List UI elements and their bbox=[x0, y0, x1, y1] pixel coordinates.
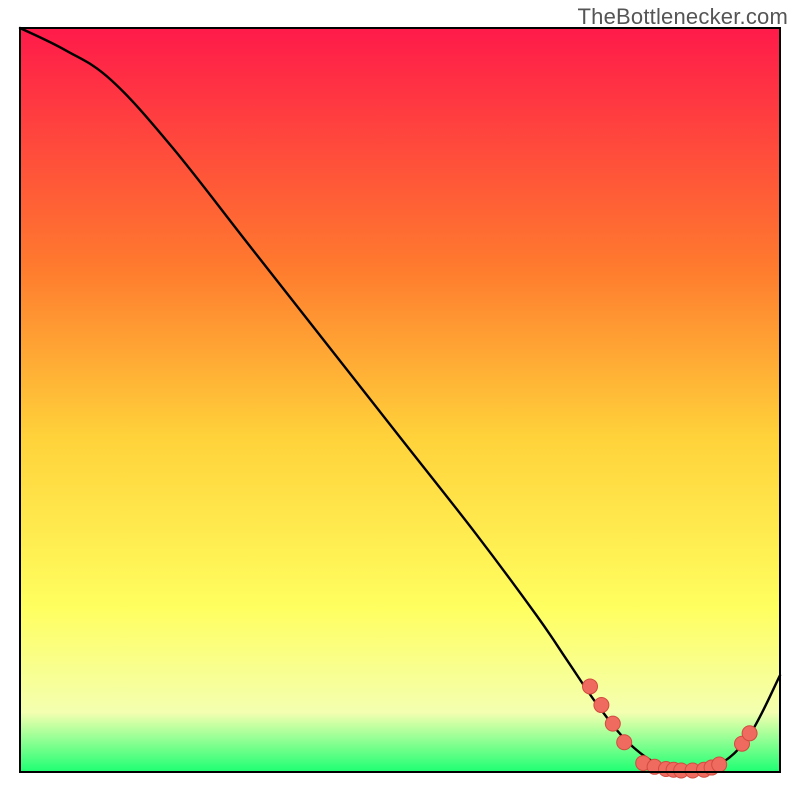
curve-marker bbox=[605, 716, 620, 731]
curve-marker bbox=[583, 679, 598, 694]
curve-marker bbox=[594, 698, 609, 713]
curve-marker bbox=[712, 757, 727, 772]
chart-stage: TheBottlenecker.com bbox=[0, 0, 800, 800]
curve-marker bbox=[742, 726, 757, 741]
plot-background bbox=[20, 28, 780, 772]
watermark-text: TheBottlenecker.com bbox=[578, 4, 788, 30]
curve-marker bbox=[617, 735, 632, 750]
bottleneck-chart bbox=[0, 0, 800, 800]
